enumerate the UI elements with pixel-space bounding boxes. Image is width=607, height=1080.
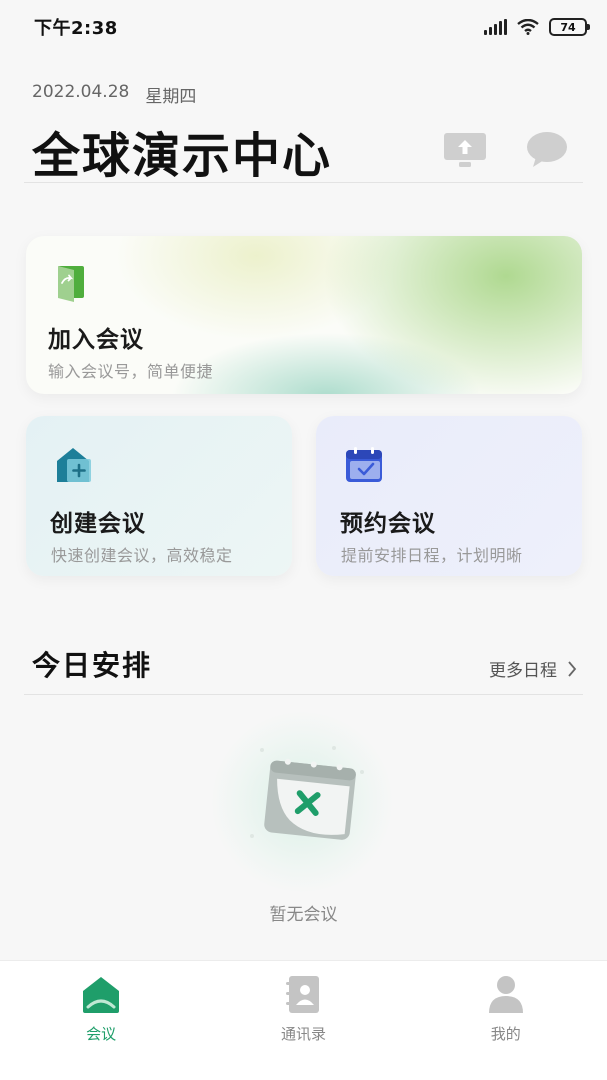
- house-plus-icon: [57, 448, 91, 482]
- tab-mine-label: 我的: [490, 1025, 521, 1043]
- tab-mine[interactable]: 我的: [436, 973, 576, 1080]
- messages-button[interactable]: [525, 130, 569, 170]
- chevron-right-icon: [568, 660, 577, 677]
- schedule-meeting-subtitle: 提前安排日程，计划明晰: [341, 546, 523, 565]
- screen-share-button[interactable]: [443, 130, 487, 170]
- date-line: 2022.04.28 星期四: [32, 82, 196, 107]
- schedule-meeting-card[interactable]: 预约会议 提前安排日程，计划明晰: [316, 416, 582, 576]
- contacts-book-icon: [286, 976, 320, 1013]
- schedule-meeting-title: 预约会议: [340, 511, 436, 537]
- page-title: 全球演示中心: [32, 128, 333, 184]
- status-indicators: 74: [484, 18, 590, 36]
- create-meeting-subtitle: 快速创建会议，高效稳定: [51, 546, 233, 565]
- create-meeting-card[interactable]: 创建会议 快速创建会议，高效稳定: [26, 416, 292, 576]
- empty-state-text: 暂无会议: [269, 905, 338, 925]
- bottom-tab-bar: 会议 通讯录 我的: [0, 960, 607, 1080]
- join-door-icon: [58, 266, 84, 302]
- date-text: 2022.04.28: [32, 82, 130, 102]
- tab-meeting-label: 会议: [86, 1025, 117, 1043]
- join-meeting-card[interactable]: 加入会议 输入会议号，简单便捷: [26, 236, 582, 394]
- weekday-text: 星期四: [145, 87, 197, 107]
- meeting-home-icon: [83, 977, 120, 1013]
- tab-contacts-label: 通讯录: [280, 1025, 326, 1043]
- join-meeting-title: 加入会议: [48, 327, 144, 353]
- chat-bubble-icon: [527, 132, 567, 167]
- empty-calendar-x-icon: [250, 746, 364, 840]
- wifi-icon: [517, 19, 539, 35]
- more-schedule-link[interactable]: 更多日程: [489, 656, 577, 681]
- tab-meeting[interactable]: 会议: [31, 973, 171, 1080]
- section-divider: [24, 694, 583, 695]
- today-section-title: 今日安排: [32, 649, 153, 682]
- empty-illustration: [212, 712, 392, 892]
- screen-upload-icon: [444, 133, 486, 167]
- join-meeting-subtitle: 输入会议号，简单便捷: [48, 362, 214, 381]
- signal-icon: [484, 19, 507, 35]
- create-meeting-title: 创建会议: [50, 511, 146, 537]
- header-divider: [24, 182, 583, 183]
- battery-indicator: 74: [549, 18, 590, 36]
- status-time: 下午2:38: [34, 18, 118, 39]
- more-schedule-label: 更多日程: [489, 661, 557, 681]
- calendar-check-icon: [346, 447, 382, 482]
- header-actions: [443, 130, 569, 170]
- status-bar: 下午2:38 74: [0, 0, 607, 54]
- tab-contacts[interactable]: 通讯录: [233, 973, 373, 1080]
- person-icon: [488, 976, 523, 1013]
